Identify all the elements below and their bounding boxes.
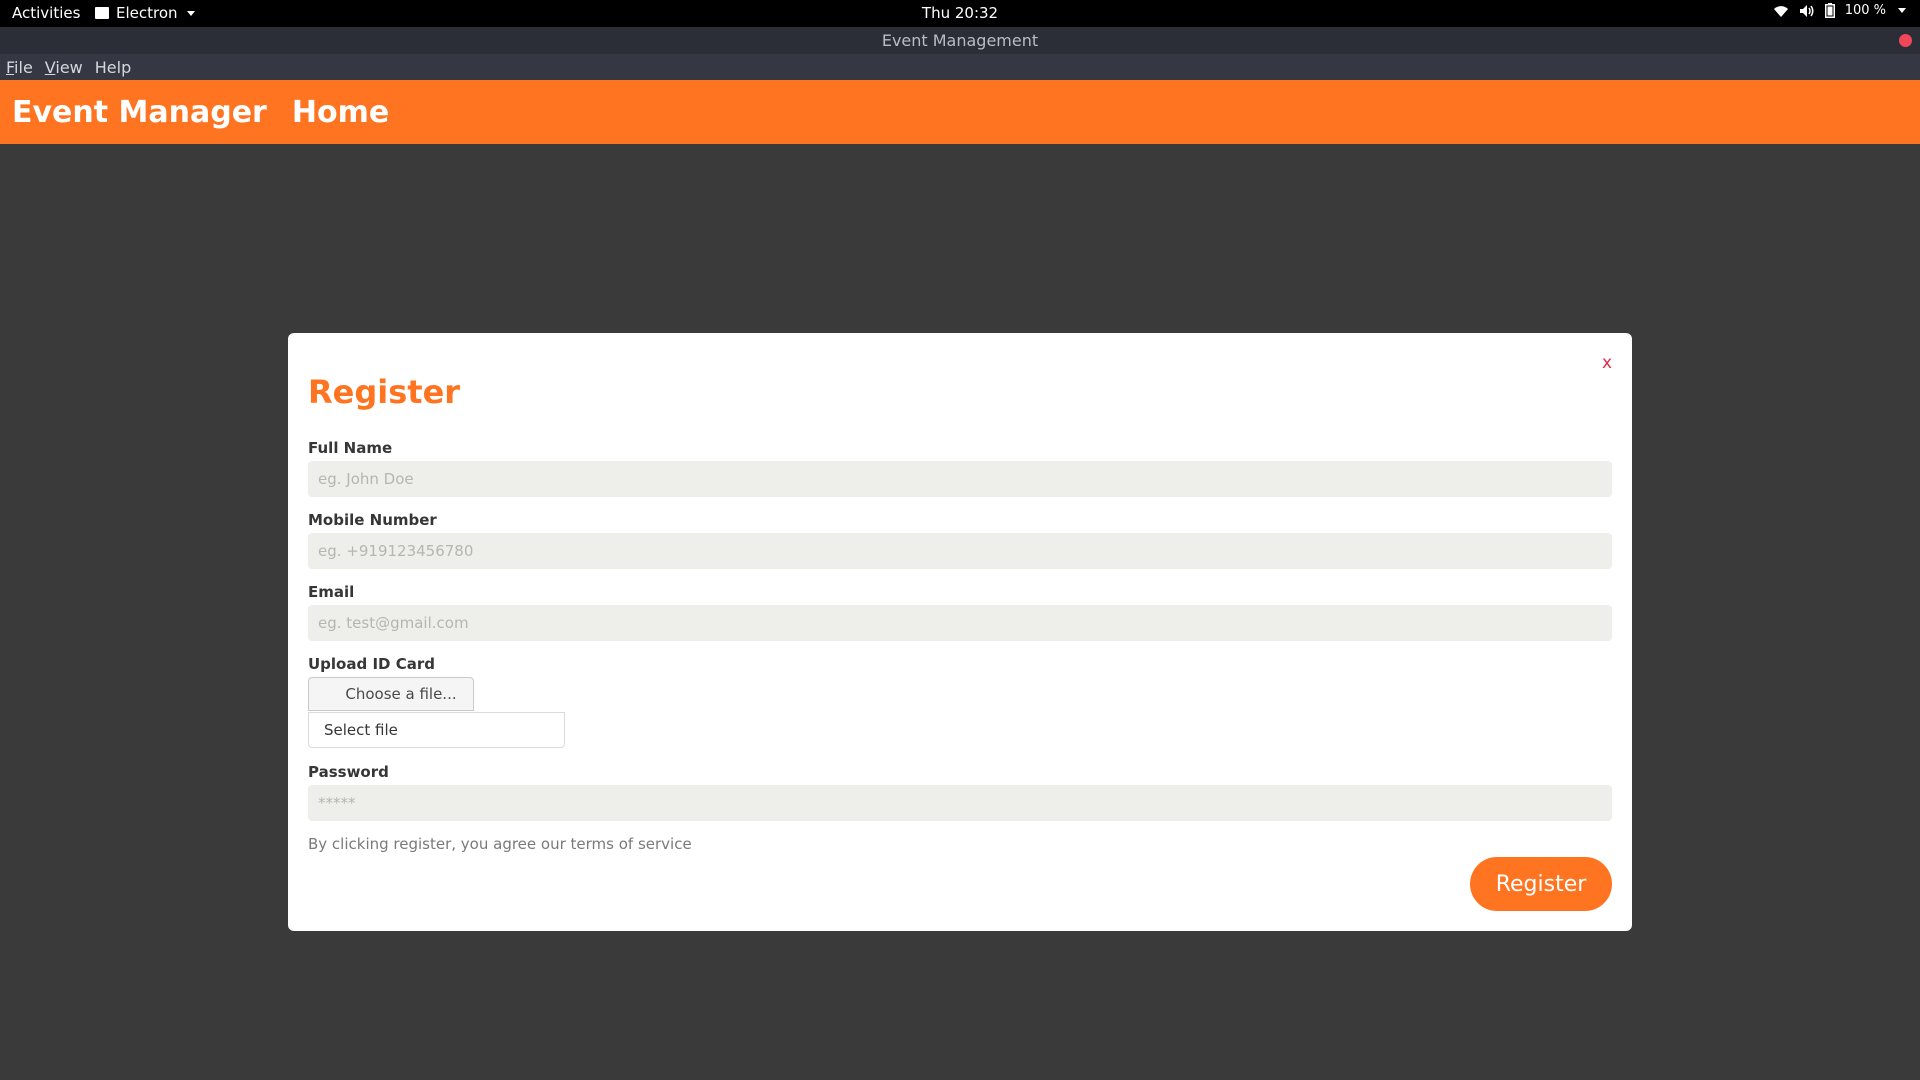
mobile-number-input[interactable] bbox=[308, 533, 1612, 569]
system-tray[interactable]: 100 % bbox=[1773, 3, 1906, 18]
app-menu-label: Electron bbox=[116, 4, 178, 22]
password-label: Password bbox=[308, 763, 389, 781]
choose-file-button[interactable]: Choose a file... bbox=[308, 677, 474, 711]
modal-title: Register bbox=[308, 373, 461, 411]
menu-help[interactable]: Help bbox=[95, 58, 131, 77]
system-top-bar: Activities Electron Thu 20:32 100 % bbox=[0, 0, 1920, 27]
terms-text: By clicking register, you agree our term… bbox=[308, 835, 692, 853]
menu-file[interactable]: File bbox=[6, 58, 33, 77]
full-name-input[interactable] bbox=[308, 461, 1612, 497]
app-menu[interactable]: Electron bbox=[95, 4, 195, 22]
register-modal: x Register Full Name Mobile Number Email… bbox=[288, 333, 1632, 931]
window-close-button[interactable] bbox=[1899, 34, 1912, 47]
chevron-down-icon bbox=[186, 10, 195, 16]
modal-close-button[interactable]: x bbox=[1602, 353, 1612, 373]
email-input[interactable] bbox=[308, 605, 1612, 641]
nav-home-link[interactable]: Home bbox=[292, 95, 389, 130]
volume-icon bbox=[1799, 4, 1814, 17]
selected-file-name: Select file bbox=[308, 712, 565, 748]
register-button[interactable]: Register bbox=[1470, 857, 1612, 911]
clock[interactable]: Thu 20:32 bbox=[922, 4, 998, 22]
app-header: Event Manager Home bbox=[0, 80, 1920, 144]
battery-level: 100 % bbox=[1844, 3, 1886, 18]
mobile-number-label: Mobile Number bbox=[308, 511, 437, 529]
menu-view[interactable]: View bbox=[45, 58, 83, 77]
wifi-icon bbox=[1773, 5, 1788, 17]
menubar: File View Help bbox=[0, 54, 1920, 80]
chevron-down-icon bbox=[1898, 8, 1906, 13]
full-name-label: Full Name bbox=[308, 439, 393, 457]
email-label: Email bbox=[308, 583, 355, 601]
window-title: Event Management bbox=[881, 31, 1039, 50]
battery-icon bbox=[1824, 3, 1835, 18]
activities-button[interactable]: Activities bbox=[12, 4, 80, 22]
password-input[interactable] bbox=[308, 785, 1612, 821]
app-window-icon bbox=[95, 7, 109, 19]
brand-link[interactable]: Event Manager bbox=[12, 95, 267, 130]
upload-id-label: Upload ID Card bbox=[308, 655, 435, 673]
window-title-bar: Event Management bbox=[0, 27, 1920, 54]
